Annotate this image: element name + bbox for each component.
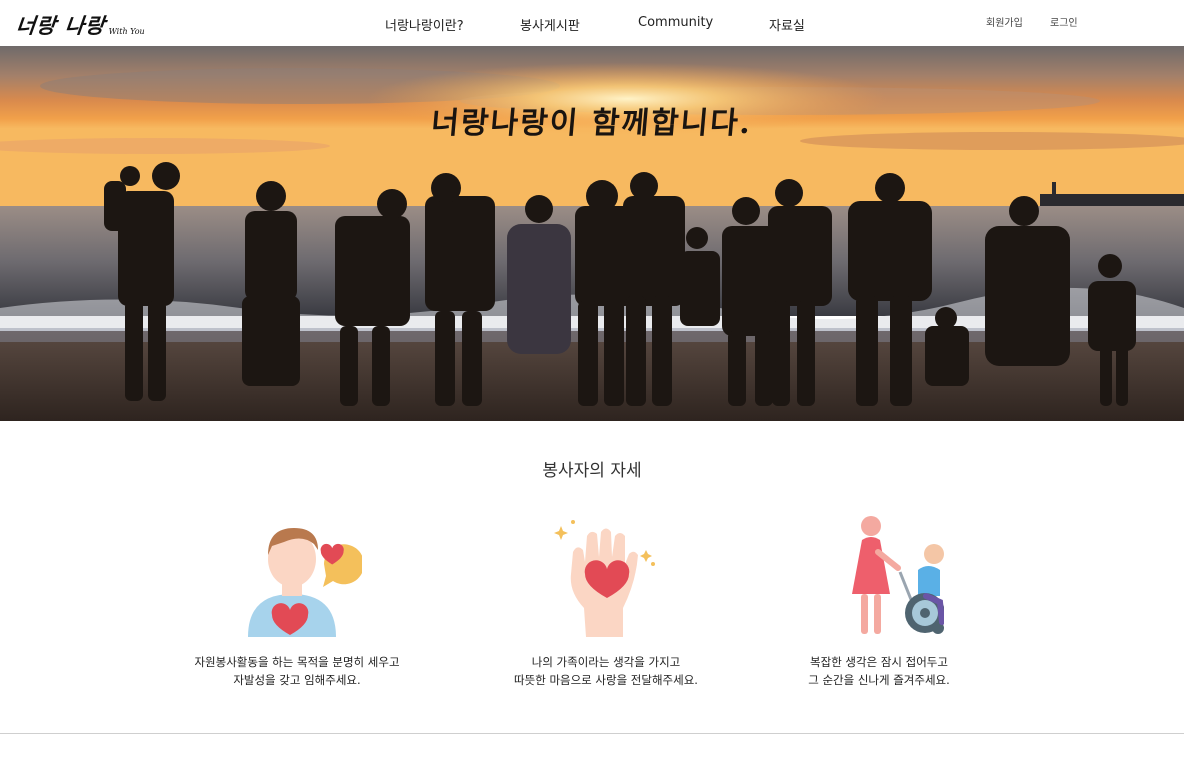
login-link[interactable]: 로그인 [1050,14,1078,29]
section-title: 봉사자의 자세 [542,461,642,481]
card-line-2: 따뜻한 마음으로 사랑을 전달해주세요. [514,673,698,687]
logo-main-text: 너랑 나랑 [14,13,107,38]
logo-sub-text: With You [108,27,145,36]
nav-item-resources[interactable]: 자료실 [769,15,805,34]
attitude-card: 자원봉사활동을 하는 목적을 분명히 세우고 자발성을 갖고 임해주세요. [147,512,447,689]
card-line-1: 나의 가족이라는 생각을 가지고 [531,655,681,669]
nav-item-volunteer-board[interactable]: 봉사게시판 [520,15,580,34]
hero-banner: 너랑나랑이 함께합니다. [0,46,1184,421]
wheelchair-helper-icon [852,516,944,634]
site-logo[interactable]: 너랑 나랑 With You [14,6,145,40]
hero-title: 너랑나랑이 함께합니다. [429,106,754,141]
hand-holding-heart-icon [554,520,655,637]
volunteer-heart-person-icon [248,528,362,637]
nav-item-about[interactable]: 너랑나랑이란? [385,15,464,34]
card-line-2: 그 순간을 신나게 즐겨주세요. [808,673,950,687]
card-line-2: 자발성을 갖고 임해주세요. [233,673,361,687]
attitude-card: 나의 가족이라는 생각을 가지고 따뜻한 마음으로 사랑을 전달해주세요. [456,512,756,689]
footer-divider [0,733,1184,734]
nav-item-community[interactable]: Community [638,15,713,30]
card-line-1: 자원봉사활동을 하는 목적을 분명히 세우고 [194,655,400,669]
attitude-card: 복잡한 생각은 잠시 접어두고 그 순간을 신나게 즐겨주세요. [729,512,1029,689]
site-header: 너랑 나랑 With You 너랑나랑이란? 봉사게시판 Community 자… [0,0,1184,46]
card-line-1: 복잡한 생각은 잠시 접어두고 [810,655,948,669]
signup-link[interactable]: 회원가입 [986,14,1023,29]
